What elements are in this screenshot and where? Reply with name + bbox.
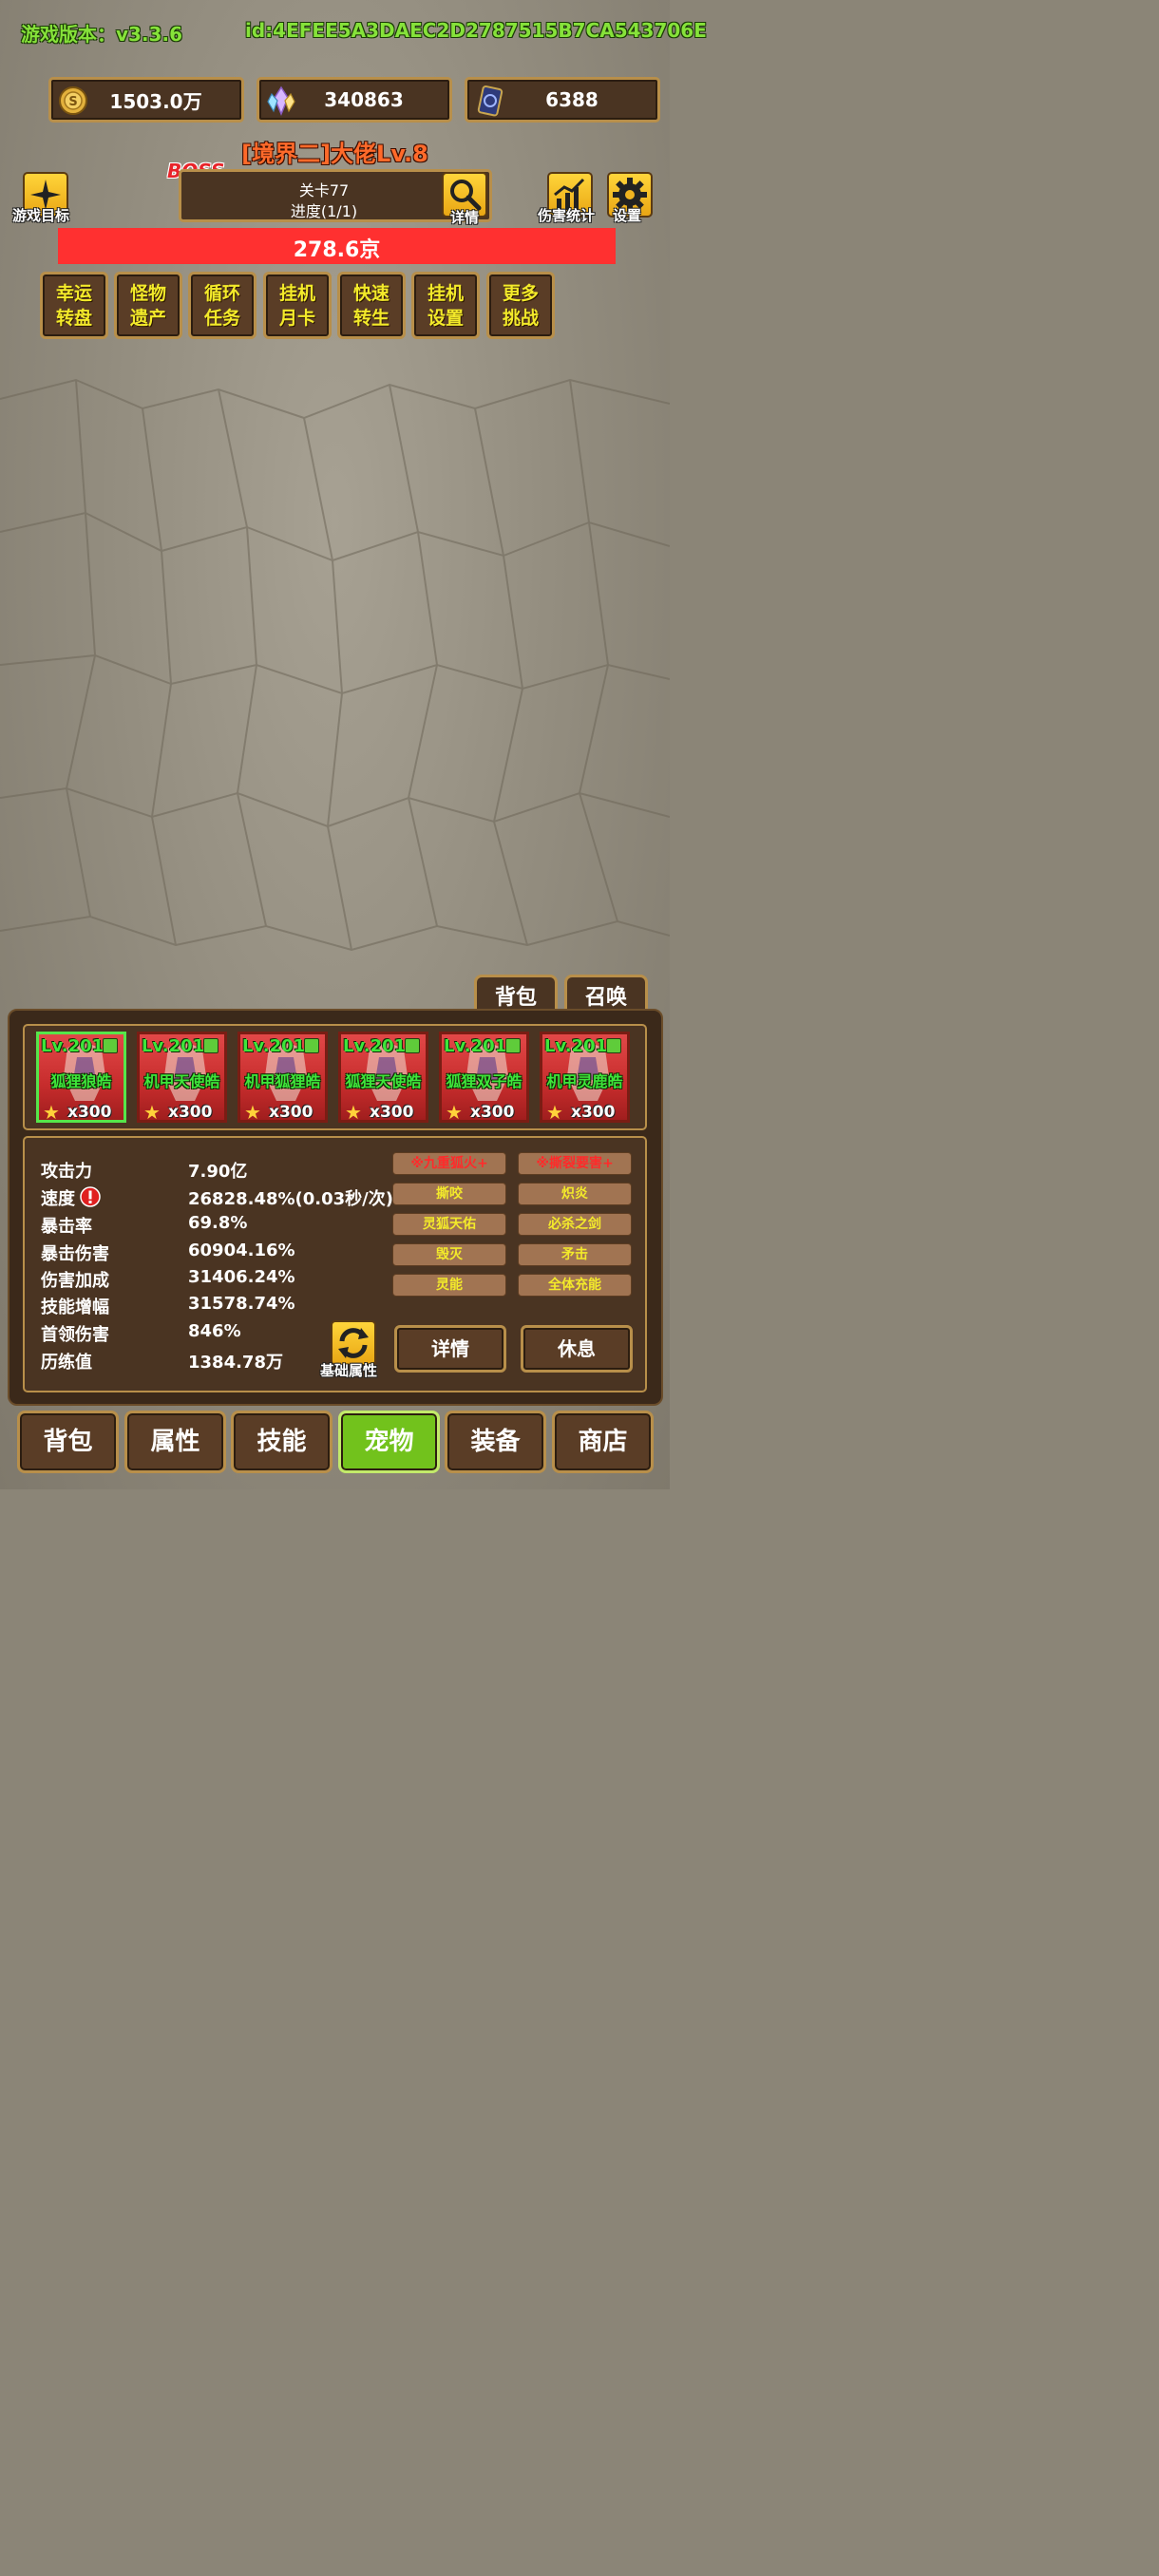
pet-card[interactable]: Lv.201 机甲灵鹿皓 ★ x300 xyxy=(540,1032,630,1123)
crystal-resource[interactable]: 340863 xyxy=(256,77,452,123)
boss-hp-value: 278.6京 xyxy=(293,238,381,262)
stat-value: 31578.74% xyxy=(188,1294,295,1314)
damage-stats-label: 伤害统计 xyxy=(538,207,596,224)
card-icon xyxy=(477,85,504,117)
card-resource[interactable]: 6388 xyxy=(465,77,660,123)
stage-number: 关卡77 xyxy=(298,181,350,199)
monster-legacy-button[interactable]: 怪物 遗产 xyxy=(114,272,182,339)
more-challenges-button[interactable]: 更多 挑战 xyxy=(486,272,555,339)
stat-value: 7.90亿 xyxy=(188,1162,248,1182)
lock-icon xyxy=(304,1038,319,1053)
quick-rebirth-button[interactable]: 快速 转生 xyxy=(337,272,406,339)
stat-label: 速度 xyxy=(41,1189,75,1209)
rest-button[interactable]: 休息 xyxy=(521,1325,633,1373)
gold-coin-icon: S xyxy=(59,86,87,115)
lock-icon xyxy=(103,1038,118,1053)
stat-label: 历练值 xyxy=(41,1353,92,1373)
svg-text:S: S xyxy=(68,95,77,109)
pet-card[interactable]: Lv.201 机甲狐狸皓 ★ x300 xyxy=(238,1032,328,1123)
boss-title: [境界二]大佬Lv.8 xyxy=(241,141,428,167)
player-id: id:4EFEE5A3DAEC2D2787515B7CA543706E xyxy=(245,19,707,42)
skill-badge[interactable]: 撕咬 xyxy=(392,1183,506,1205)
stat-label: 暴击率 xyxy=(41,1217,92,1237)
stat-label: 伤害加成 xyxy=(41,1271,109,1291)
nav-bag[interactable]: 背包 xyxy=(17,1411,119,1473)
lock-icon xyxy=(606,1038,621,1053)
skill-badge[interactable]: 矛击 xyxy=(518,1243,632,1266)
stat-label: 攻击力 xyxy=(41,1162,92,1182)
stat-label: 暴击伤害 xyxy=(41,1244,109,1264)
nav-skills[interactable]: 技能 xyxy=(231,1411,332,1473)
stage-detail-label: 详情 xyxy=(450,209,480,226)
nav-attributes[interactable]: 属性 xyxy=(124,1411,226,1473)
lock-icon xyxy=(203,1038,218,1053)
stat-label: 首领伤害 xyxy=(41,1325,109,1345)
pet-card[interactable]: Lv.201 狐狸狼皓 ★ x300 xyxy=(36,1032,126,1123)
skill-badge[interactable]: ※撕裂要害+ xyxy=(518,1152,632,1175)
version-label: 游戏版本：v3.3.6 xyxy=(21,23,182,46)
lucky-wheel-button[interactable]: 幸运 转盘 xyxy=(40,272,108,339)
nav-equipment[interactable]: 装备 xyxy=(445,1411,546,1473)
idle-settings-button[interactable]: 挂机 设置 xyxy=(411,272,480,339)
stat-value: 69.8% xyxy=(188,1213,248,1233)
base-attributes-button[interactable] xyxy=(331,1320,376,1366)
skill-badge[interactable]: 毁灭 xyxy=(392,1243,506,1266)
stat-value: 31406.24% xyxy=(188,1267,295,1287)
idle-monthly-card-button[interactable]: 挂机 月卡 xyxy=(263,272,332,339)
stat-value: 1384.78万 xyxy=(188,1353,283,1373)
boss-hp-bar: 278.6京 xyxy=(58,228,616,264)
stage-progress: 进度(1/1) xyxy=(290,202,358,220)
gold-resource[interactable]: S 1503.0万 xyxy=(48,77,244,123)
pet-detail-button[interactable]: 详情 xyxy=(394,1325,506,1373)
pet-card[interactable]: Lv.201 狐狸双子皓 ★ x300 xyxy=(439,1032,529,1123)
pet-card[interactable]: Lv.201 狐狸天使皓 ★ x300 xyxy=(338,1032,428,1123)
star-icon: ★ xyxy=(345,1101,362,1123)
stat-value: 26828.48%(0.03秒/次) xyxy=(188,1189,393,1209)
game-goal-label: 游戏目标 xyxy=(12,207,70,224)
nav-shop[interactable]: 商店 xyxy=(552,1411,654,1473)
base-attributes-label: 基础属性 xyxy=(320,1362,378,1379)
star-icon: ★ xyxy=(244,1101,261,1123)
stat-value: 60904.16% xyxy=(188,1241,295,1260)
lock-icon xyxy=(505,1038,521,1053)
star-icon: ★ xyxy=(143,1101,161,1123)
star-icon: ★ xyxy=(546,1101,563,1123)
skill-badge[interactable]: 炽炎 xyxy=(518,1183,632,1205)
cycle-task-button[interactable]: 循环 任务 xyxy=(188,272,256,339)
stat-label: 技能增幅 xyxy=(41,1297,109,1317)
nav-pets[interactable]: 宠物 xyxy=(338,1411,440,1473)
refresh-icon xyxy=(338,1328,369,1358)
star-icon: ★ xyxy=(43,1101,60,1123)
star-icon: ★ xyxy=(446,1101,463,1123)
crystal-icon xyxy=(267,85,295,116)
stat-value: 846% xyxy=(188,1321,241,1341)
skill-badge[interactable]: 灵狐天佑 xyxy=(392,1213,506,1236)
skill-badge[interactable]: 必杀之剑 xyxy=(518,1213,632,1236)
settings-label: 设置 xyxy=(613,207,642,224)
skill-badge[interactable]: 灵能 xyxy=(392,1274,506,1297)
lock-icon xyxy=(405,1038,420,1053)
skill-badge[interactable]: 全体充能 xyxy=(518,1274,632,1297)
warning-icon[interactable] xyxy=(80,1186,101,1207)
skill-badge[interactable]: ※九重狐火+ xyxy=(392,1152,506,1175)
pet-card[interactable]: Lv.201 机甲天使皓 ★ x300 xyxy=(137,1032,227,1123)
